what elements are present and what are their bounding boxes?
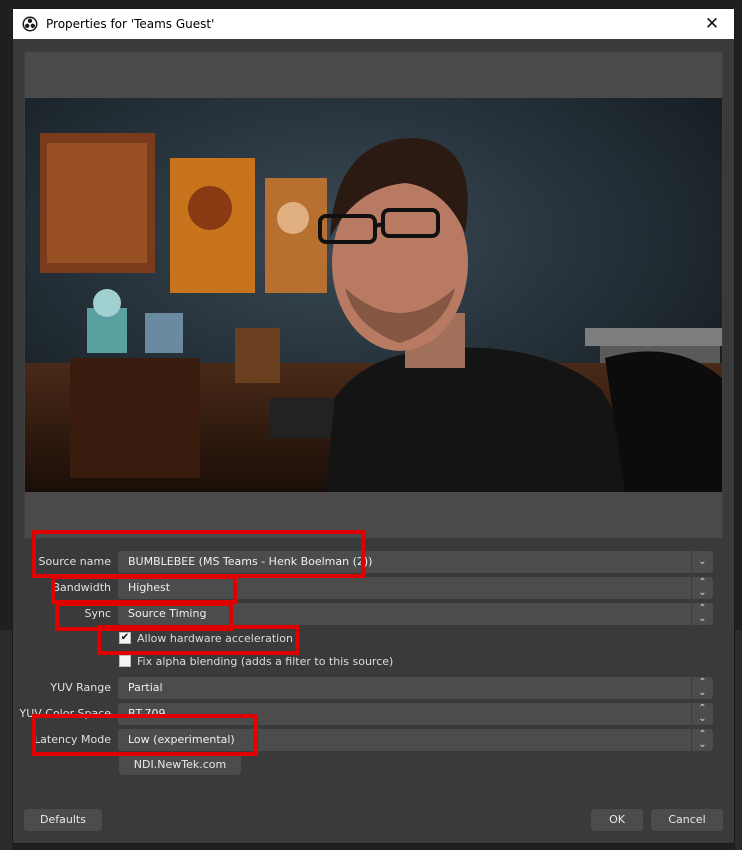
alpha-blending-checkbox[interactable]: Fix alpha blending (adds a filter to thi… — [119, 652, 393, 670]
title-bar: Properties for 'Teams Guest' ✕ — [13, 9, 734, 39]
yuv-range-select[interactable]: Partial ⌃ ⌄ — [118, 677, 713, 699]
source-name-label: Source name — [38, 555, 111, 568]
updown-chevron-icon[interactable]: ⌃ ⌄ — [691, 577, 713, 599]
checkmark-icon[interactable]: ✔ — [119, 632, 131, 644]
updown-chevron-icon[interactable]: ⌃ ⌄ — [691, 729, 713, 751]
updown-chevron-icon[interactable]: ⌃ ⌄ — [691, 703, 713, 725]
bandwidth-select[interactable]: Highest ⌃ ⌄ — [118, 577, 713, 599]
cancel-button[interactable]: Cancel — [651, 809, 723, 831]
row-source-name: Source name BUMBLEBEE (MS Teams - Henk B… — [13, 551, 734, 573]
bandwidth-label: Bandwidth — [52, 581, 111, 594]
updown-chevron-icon[interactable]: ⌃ ⌄ — [691, 677, 713, 699]
sync-value: Source Timing — [128, 607, 207, 620]
latency-mode-value: Low (experimental) — [128, 733, 235, 746]
source-name-value: BUMBLEBEE (MS Teams - Henk Boelman (2)) — [128, 555, 373, 568]
webcam-frame-illustration — [25, 98, 722, 492]
source-preview — [24, 51, 723, 539]
chevron-down-icon[interactable]: ⌄ — [691, 551, 713, 573]
video-preview-image — [25, 98, 722, 492]
ok-button[interactable]: OK — [591, 809, 643, 831]
yuv-color-space-value: BT.709 — [128, 707, 166, 720]
yuv-color-space-label: YUV Color Space — [19, 707, 111, 720]
latency-mode-label: Latency Mode — [34, 733, 111, 746]
row-latency-mode: Latency Mode Low (experimental) ⌃ ⌄ — [13, 729, 734, 751]
checkbox-unchecked[interactable] — [119, 655, 131, 667]
alpha-blending-label: Fix alpha blending (adds a filter to thi… — [137, 654, 394, 668]
screen: Properties for 'Teams Guest' ✕ Source na… — [0, 0, 742, 850]
background-panel-left — [0, 630, 12, 850]
hardware-acceleration-label: Allow hardware acceleration — [137, 631, 293, 645]
row-yuv-color-space: YUV Color Space BT.709 ⌃ ⌄ — [13, 703, 734, 725]
updown-chevron-icon[interactable]: ⌃ ⌄ — [691, 603, 713, 625]
yuv-range-label: YUV Range — [50, 681, 111, 694]
latency-mode-select[interactable]: Low (experimental) ⌃ ⌄ — [118, 729, 713, 751]
row-bandwidth: Bandwidth Highest ⌃ ⌄ — [13, 577, 734, 599]
background-panel-right — [735, 630, 742, 850]
yuv-range-value: Partial — [128, 681, 163, 694]
row-yuv-range: YUV Range Partial ⌃ ⌄ — [13, 677, 734, 699]
window-title: Properties for 'Teams Guest' — [46, 17, 215, 31]
defaults-button[interactable]: Defaults — [24, 809, 102, 831]
properties-dialog: Properties for 'Teams Guest' ✕ Source na… — [12, 8, 735, 844]
hardware-acceleration-checkbox[interactable]: ✔ Allow hardware acceleration — [119, 629, 293, 647]
row-ndi-link: NDI.NewTek.com — [13, 755, 734, 775]
obs-logo-icon — [22, 16, 38, 32]
bandwidth-value: Highest — [128, 581, 171, 594]
ndi-website-button[interactable]: NDI.NewTek.com — [119, 755, 241, 775]
yuv-color-space-select[interactable]: BT.709 ⌃ ⌄ — [118, 703, 713, 725]
row-sync: Sync Source Timing ⌃ ⌄ — [13, 603, 734, 625]
source-name-dropdown[interactable]: BUMBLEBEE (MS Teams - Henk Boelman (2)) … — [118, 551, 713, 573]
sync-select[interactable]: Source Timing ⌃ ⌄ — [118, 603, 713, 625]
sync-label: Sync — [84, 607, 111, 620]
close-icon[interactable]: ✕ — [702, 14, 722, 34]
